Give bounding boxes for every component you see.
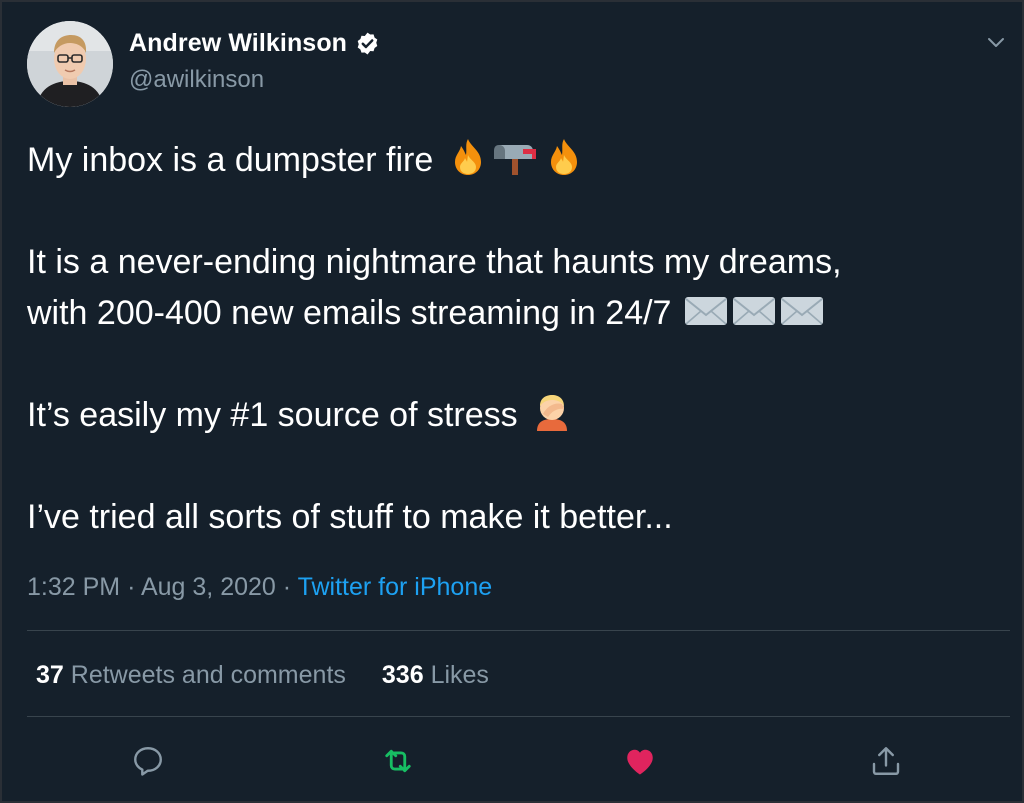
tweet-line: I’ve tried all sorts of stuff to make it…: [27, 492, 987, 543]
tweet-line: It is a never-ending nightmare that haun…: [27, 237, 987, 288]
tweet-time[interactable]: 1:32 PM: [27, 573, 120, 601]
divider: [27, 630, 1010, 631]
chevron-down-icon[interactable]: [984, 30, 1008, 54]
envelope-emoji: [731, 290, 777, 330]
tweet-line-text: My inbox is a dumpster fire: [27, 141, 443, 179]
tweet-line: It’s easily my #1 source of stress: [27, 390, 987, 441]
author-display-name[interactable]: Andrew Wilkinson: [129, 29, 347, 58]
avatar-photo: [27, 21, 113, 107]
divider: [27, 716, 1010, 717]
retweets-stat[interactable]: 37 Retweets and comments: [36, 661, 346, 690]
likes-count: 336: [381, 661, 424, 689]
tweet-source-link[interactable]: Twitter for iPhone: [298, 573, 493, 601]
tweet-line-text: It is a never-ending nightmare that haun…: [27, 243, 842, 281]
tweet-line: My inbox is a dumpster fire: [27, 135, 987, 186]
reply-icon[interactable]: [130, 743, 166, 779]
tweet-text: My inbox is a dumpster fire It is a neve…: [27, 135, 987, 543]
fire-emoji: [445, 137, 491, 177]
retweets-label: Retweets and comments: [70, 661, 346, 689]
tweet-line-text: I’ve tried all sorts of stuff to make it…: [27, 498, 673, 536]
tweet-line-text: with 200-400 new emails streaming in 24/…: [27, 294, 681, 332]
likes-stat[interactable]: 336 Likes: [382, 661, 489, 690]
likes-label: Likes: [430, 661, 489, 689]
meta-separator: ·: [127, 573, 136, 601]
fire-emoji: [541, 137, 587, 177]
envelope-emoji: [683, 290, 729, 330]
heart-icon[interactable]: [622, 743, 658, 779]
retweet-icon[interactable]: [380, 743, 416, 779]
author-name-row[interactable]: Andrew Wilkinson: [129, 29, 380, 58]
facepalm-emoji: [529, 392, 575, 432]
tweet-line-text: It’s easily my #1 source of stress: [27, 396, 528, 434]
tweet-meta: 1:32 PM · Aug 3, 2020 · Twitter for iPho…: [27, 573, 492, 602]
mailbox-emoji: [493, 137, 539, 177]
verified-badge-icon: [355, 31, 380, 56]
tweet-line: with 200-400 new emails streaming in 24/…: [27, 288, 987, 339]
author-handle[interactable]: @awilkinson: [129, 66, 264, 94]
meta-separator: ·: [282, 573, 292, 601]
tweet-card: Andrew Wilkinson @awilkinson My inbox is…: [2, 2, 1022, 801]
tweet-date[interactable]: Aug 3, 2020: [141, 573, 276, 601]
share-icon[interactable]: [868, 743, 904, 779]
retweets-count: 37: [36, 661, 64, 689]
avatar[interactable]: [27, 21, 113, 107]
tweet-stats: 37 Retweets and comments 336 Likes: [36, 661, 525, 690]
envelope-emoji: [779, 290, 825, 330]
